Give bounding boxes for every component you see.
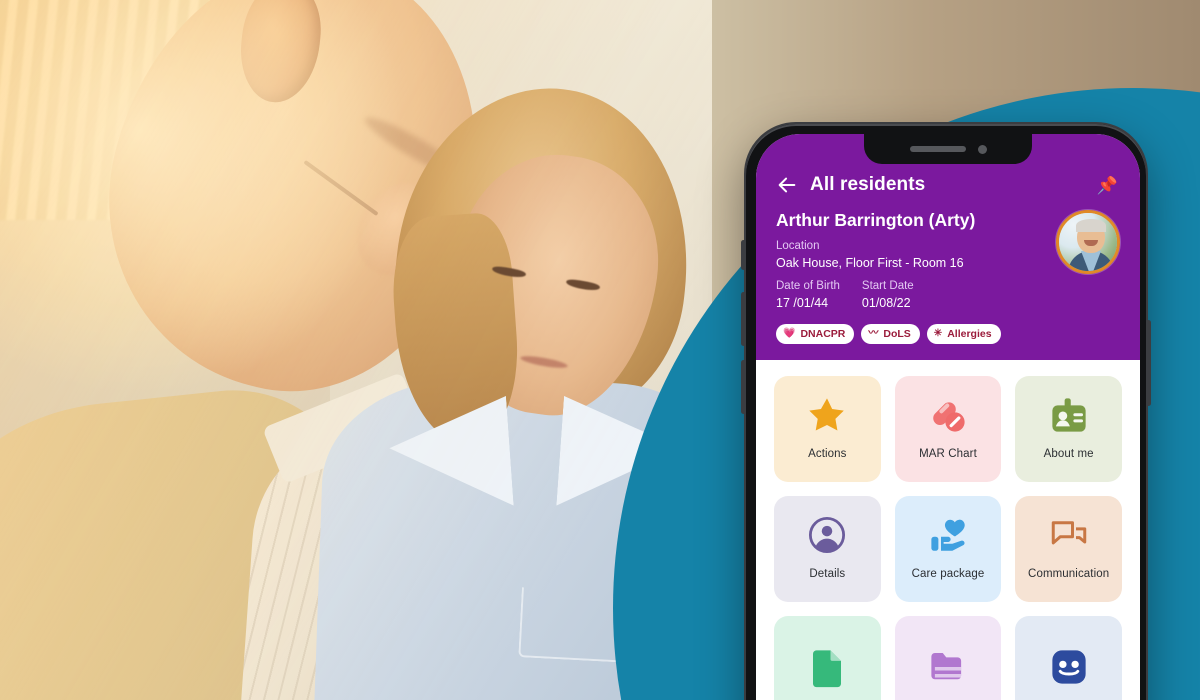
power-button[interactable] (1146, 320, 1151, 406)
front-camera-icon (977, 144, 987, 154)
feature-tile-label: MAR Chart (919, 448, 977, 461)
location-label: Location (776, 240, 820, 252)
dob-label: Date of Birth (776, 280, 840, 293)
volume-up-button[interactable] (741, 292, 746, 346)
feature-tile-label: Care package (911, 568, 985, 581)
phone-notch (864, 134, 1032, 164)
chat-bubbles-icon (1048, 514, 1090, 556)
resident-summary: Arthur Barrington (Arty) Location Oak Ho… (776, 210, 1120, 312)
feature-tile[interactable] (774, 616, 881, 700)
start-date-group: Start Date 01/08/22 (862, 279, 914, 312)
id-badge-icon (1048, 394, 1090, 436)
header-left-group: All residents (776, 174, 925, 196)
location-value: Oak House, Floor First - Room 16 (776, 255, 964, 270)
feature-tile[interactable]: MAR Chart (894, 376, 1002, 483)
star-icon (806, 394, 848, 436)
phone-screen: All residents 📌 Arthur Barrington (Arty)… (756, 134, 1140, 700)
status-badge-label: DNACPR (800, 328, 846, 341)
feature-tile[interactable]: Communication (1015, 496, 1122, 603)
feature-tile-label: About me (1043, 448, 1094, 461)
document-icon (806, 646, 848, 688)
feature-tile[interactable]: Actions (774, 376, 881, 483)
back-arrow-icon[interactable] (776, 174, 798, 196)
feature-tile[interactable] (1015, 616, 1122, 700)
resident-badges: 💗 DNACPR 〰 DoLS ✳ Allergies (776, 324, 1120, 345)
feature-tile-label: Details (809, 568, 846, 581)
phone-mockup: All residents 📌 Arthur Barrington (Arty)… (741, 122, 1151, 700)
status-badge[interactable]: ✳ Allergies (926, 324, 1001, 345)
resident-info: Arthur Barrington (Arty) Location Oak Ho… (776, 210, 1046, 312)
resident-dates: Date of Birth 17 /01/44 Start Date 01/08… (776, 279, 1046, 312)
screenshot-stage: All residents 📌 Arthur Barrington (Arty)… (0, 0, 1200, 700)
app-square-icon (1048, 646, 1090, 688)
silencer-switch[interactable] (741, 240, 746, 270)
avatar[interactable] (1056, 210, 1120, 274)
photo-warm-overlay (0, 0, 712, 700)
resident-name: Arthur Barrington (Arty) (776, 210, 976, 230)
volume-down-button[interactable] (741, 360, 746, 414)
feature-tile-label: Communication (1028, 568, 1110, 581)
status-badge-label: Allergies (947, 328, 992, 341)
feature-tile-label: Actions (808, 448, 847, 461)
speaker-grille-icon (909, 146, 966, 152)
start-date-value: 01/08/22 (861, 295, 911, 310)
feature-tile[interactable] (894, 616, 1002, 700)
header-top-bar: All residents 📌 (776, 174, 1120, 196)
avatar-hair (1076, 219, 1106, 232)
dob-value: 17 /01/44 (776, 295, 829, 310)
pills-icon (927, 394, 969, 436)
page-title: All residents (810, 174, 926, 195)
feature-tile[interactable]: About me (1015, 376, 1122, 483)
start-date-label: Start Date (861, 280, 914, 293)
heartbeat-icon: 💗 (783, 328, 796, 340)
feature-tile-grid: Actions MAR Chart About me Details Care pack… (756, 360, 1140, 700)
dob-group: Date of Birth 17 /01/44 (776, 279, 840, 312)
feature-tile[interactable]: Care package (894, 496, 1002, 603)
user-circle-icon (806, 514, 848, 556)
status-badge[interactable]: 💗 DNACPR (776, 324, 855, 345)
allergy-asterisk-icon: ✳ (933, 328, 943, 340)
app-header: All residents 📌 Arthur Barrington (Arty)… (756, 134, 1140, 361)
folder-icon (927, 646, 969, 688)
status-badge[interactable]: 〰 DoLS (861, 324, 920, 345)
status-badge-label: DoLS (883, 328, 911, 341)
pushpin-icon[interactable]: 📌 (1097, 177, 1118, 194)
signature-icon: 〰 (868, 328, 879, 340)
feature-tile[interactable]: Details (774, 496, 881, 603)
hand-heart-icon (927, 514, 969, 556)
hero-photograph (0, 0, 712, 700)
